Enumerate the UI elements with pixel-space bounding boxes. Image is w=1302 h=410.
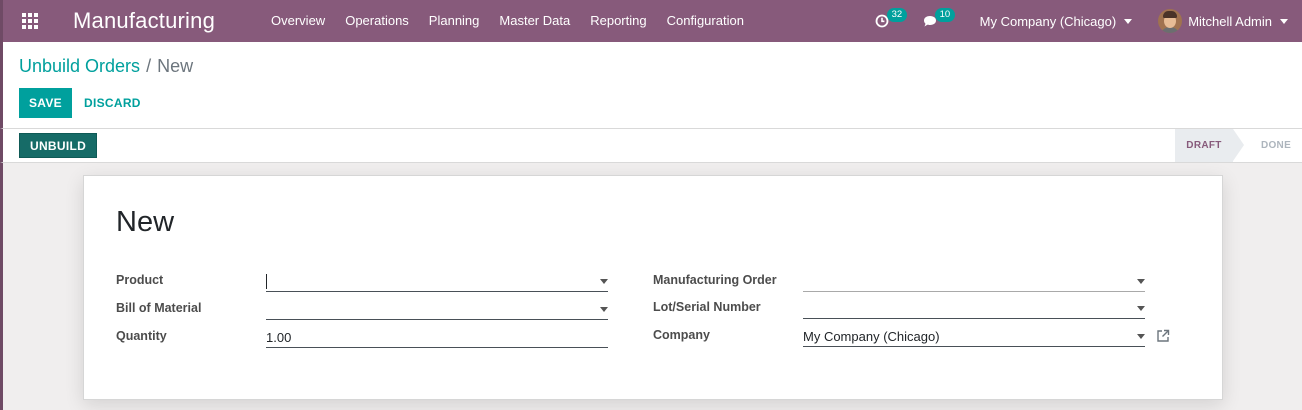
unbuild-button[interactable]: UNBUILD	[19, 133, 98, 158]
product-field[interactable]	[266, 272, 608, 292]
breadcrumb: Unbuild Orders / New	[19, 56, 193, 77]
manufacturing-order-label: Manufacturing Order	[653, 273, 777, 287]
menu-master-data[interactable]: Master Data	[489, 0, 580, 42]
quantity-label: Quantity	[116, 329, 167, 343]
message-count-badge: 10	[934, 8, 956, 22]
messaging-button[interactable]: 10	[913, 0, 956, 42]
caret-down-icon	[1280, 18, 1288, 24]
control-panel: Unbuild Orders / New SAVE DISCARD	[0, 42, 1302, 129]
menu-planning[interactable]: Planning	[419, 0, 490, 42]
form-statusbar: UNBUILD DRAFT DONE	[0, 129, 1302, 163]
systray: 32 10 My Company (Chicago) Mitchell Admi…	[865, 0, 1302, 42]
menu-configuration[interactable]: Configuration	[657, 0, 754, 42]
breadcrumb-separator: /	[146, 56, 152, 76]
stage-done[interactable]: DONE	[1251, 129, 1301, 162]
top-navbar: Manufacturing Overview Operations Planni…	[0, 0, 1302, 42]
breadcrumb-unbuild-orders[interactable]: Unbuild Orders	[19, 56, 140, 76]
avatar	[1158, 9, 1183, 33]
company-switcher[interactable]: My Company (Chicago)	[958, 14, 1147, 29]
company-field[interactable]: My Company (Chicago)	[803, 327, 1145, 347]
record-title: New	[116, 206, 175, 238]
user-menu[interactable]: Mitchell Admin	[1146, 9, 1302, 33]
save-button[interactable]: SAVE	[19, 88, 72, 118]
company-label: Company	[653, 328, 710, 342]
quantity-field[interactable]: 1.00	[266, 328, 608, 348]
external-link-icon[interactable]	[1155, 328, 1171, 344]
app-brand[interactable]: Manufacturing	[73, 8, 215, 34]
menu-operations[interactable]: Operations	[335, 0, 419, 42]
lot-serial-field[interactable]	[803, 299, 1145, 319]
dropdown-caret-icon[interactable]	[600, 307, 608, 312]
menu-reporting[interactable]: Reporting	[580, 0, 656, 42]
activity-count-badge: 32	[886, 8, 908, 22]
manufacturing-order-field[interactable]	[803, 272, 1145, 292]
product-label: Product	[116, 273, 164, 287]
form-content: New Product Bill of Material Quantity 1.…	[0, 163, 1302, 410]
lot-serial-label: Lot/Serial Number	[653, 300, 761, 314]
dropdown-caret-icon[interactable]	[1137, 279, 1145, 284]
discard-button[interactable]: DISCARD	[76, 88, 149, 118]
user-name: Mitchell Admin	[1188, 13, 1272, 29]
bom-label: Bill of Material	[116, 301, 202, 315]
stage-draft[interactable]: DRAFT	[1175, 129, 1233, 162]
activity-button[interactable]: 32	[865, 0, 908, 42]
company-value: My Company (Chicago)	[803, 329, 940, 344]
breadcrumb-current: New	[157, 56, 194, 76]
stage-arrow	[1233, 129, 1244, 161]
form-sheet: New Product Bill of Material Quantity 1.…	[83, 175, 1223, 400]
text-cursor	[266, 274, 267, 289]
apps-menu-icon[interactable]	[7, 0, 53, 42]
dropdown-caret-icon[interactable]	[1137, 306, 1145, 311]
dropdown-caret-icon[interactable]	[600, 279, 608, 284]
dropdown-caret-icon[interactable]	[1137, 334, 1145, 339]
main-menu: Overview Operations Planning Master Data…	[261, 0, 754, 42]
menu-overview[interactable]: Overview	[261, 0, 335, 42]
quantity-value: 1.00	[266, 330, 292, 345]
caret-down-icon	[1124, 18, 1133, 24]
company-name: My Company (Chicago)	[979, 13, 1117, 29]
bom-field[interactable]	[266, 300, 608, 320]
